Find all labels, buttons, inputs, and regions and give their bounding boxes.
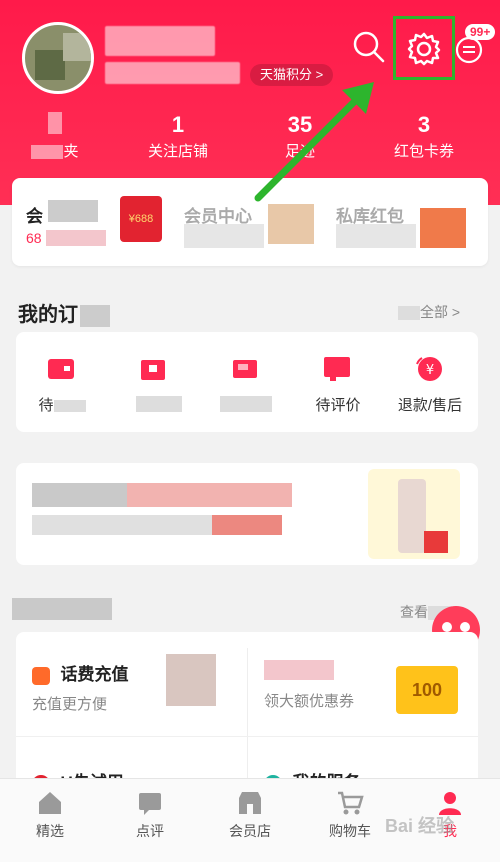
redacted-block	[32, 483, 127, 507]
redacted-block	[336, 224, 416, 248]
tab-home[interactable]: 精选	[0, 779, 100, 862]
stat-label: 夹	[20, 140, 90, 161]
avatar-blur	[35, 50, 65, 80]
service-coupon[interactable]: 领大额优惠券	[264, 660, 414, 711]
stat-num	[20, 112, 90, 138]
phone-icon	[32, 666, 50, 685]
stat-num: 1	[171, 112, 185, 137]
orders-see-all[interactable]: 全部 >	[398, 302, 460, 322]
redpacket-icon: ¥688	[120, 196, 162, 242]
tab-label: 精选	[36, 823, 64, 839]
home-icon	[39, 792, 61, 814]
divider	[247, 648, 248, 788]
store-icon	[239, 792, 261, 814]
search-icon[interactable]	[352, 30, 386, 64]
product-box	[424, 531, 448, 553]
username-redacted	[105, 26, 215, 56]
review-icon	[139, 793, 161, 815]
redacted-block	[136, 396, 182, 412]
user-info-redacted	[105, 62, 240, 84]
product-thumbnail	[420, 208, 466, 248]
member-title: 会	[26, 207, 43, 226]
product-thumbnail	[166, 654, 216, 706]
service-sub: 领大额优惠券	[264, 693, 355, 710]
tab-review[interactable]: 点评	[100, 779, 200, 862]
message-badge: 99+	[465, 24, 496, 40]
refund-icon: ¥	[416, 357, 442, 381]
order-pending-review[interactable]: 待评价	[292, 332, 384, 432]
tab-label: 点评	[136, 823, 164, 839]
redacted-block	[48, 200, 98, 222]
gear-icon[interactable]	[406, 31, 442, 67]
redacted-block	[46, 230, 106, 246]
product-thumbnail	[268, 204, 314, 244]
redacted-block	[264, 660, 334, 680]
coupon-graphic: 100	[396, 666, 458, 714]
service-title: 话费充值	[60, 665, 129, 684]
order-label: 退款/售后	[397, 397, 463, 414]
stat-label: 红包卡券	[393, 143, 454, 160]
redacted-block	[127, 483, 292, 507]
avatar[interactable]	[22, 22, 94, 94]
redacted-block	[32, 515, 212, 535]
services-title-redacted	[12, 598, 112, 620]
stat-coupons[interactable]: 3 红包卡券	[385, 112, 463, 161]
product-bottle	[398, 479, 426, 553]
product-image	[368, 469, 460, 559]
stat-favorites[interactable]: 夹	[20, 112, 90, 161]
truck-icon	[233, 360, 257, 378]
redacted-block	[212, 515, 282, 535]
avatar-blur	[63, 33, 91, 61]
svg-text:¥: ¥	[426, 363, 434, 378]
stat-num: 3	[417, 112, 431, 137]
message-icon[interactable]	[455, 36, 483, 64]
wallet-icon	[48, 359, 74, 379]
redacted-block	[184, 224, 264, 248]
order-pending-receive[interactable]	[200, 332, 292, 432]
cart-icon	[338, 791, 364, 815]
order-label: 待	[16, 394, 108, 415]
orders-title: 我的订	[18, 298, 110, 327]
promo-banner[interactable]	[16, 463, 478, 565]
services-card: 话费充值 充值更方便 领大额优惠券 100 U先试用 我的服务	[16, 632, 478, 802]
orders-card: 待 待评价 ¥ 退款/售后	[16, 332, 478, 432]
comment-icon	[324, 357, 350, 381]
tab-member-store[interactable]: 会员店	[200, 779, 300, 862]
stat-followed-shops[interactable]: 1 关注店铺	[138, 112, 218, 161]
order-refund[interactable]: ¥ 退款/售后	[384, 332, 476, 432]
stat-label: 关注店铺	[147, 143, 208, 160]
tab-label: 会员店	[229, 823, 271, 839]
member-sub: 68	[26, 230, 42, 246]
watermark: Bai 经验	[385, 816, 455, 836]
settings-highlight-box	[393, 16, 455, 80]
divider	[16, 736, 478, 737]
order-label: 待评价	[315, 397, 361, 414]
order-pending-payment[interactable]: 待	[16, 332, 108, 432]
redacted-block	[220, 396, 272, 412]
package-icon	[141, 360, 165, 380]
annotation-arrow	[254, 82, 374, 202]
order-pending-ship[interactable]	[108, 332, 200, 432]
